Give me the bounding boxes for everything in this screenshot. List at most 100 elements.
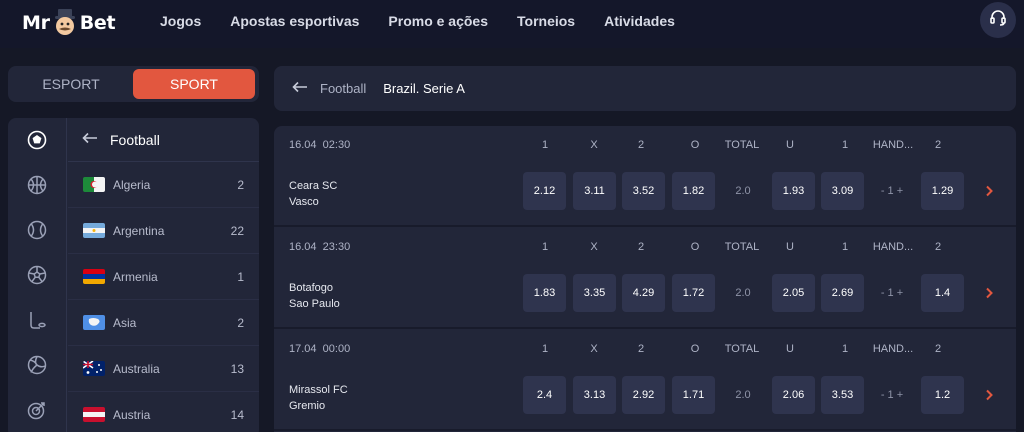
event-date: 17.04 (289, 343, 317, 355)
sport-tab[interactable]: SPORT (133, 69, 255, 99)
football-icon[interactable] (25, 128, 49, 152)
darts-icon[interactable] (25, 398, 49, 422)
odd-button[interactable]: 2.06 (772, 376, 815, 414)
event-datetime: 16.04 02:30 (289, 139, 350, 151)
support-button[interactable] (980, 2, 1016, 38)
country-name: Asia (113, 315, 137, 330)
market-header-hand-2: 2 (934, 241, 942, 253)
volleyball-icon[interactable] (25, 353, 49, 377)
soccer-ball-icon[interactable] (25, 263, 49, 287)
asia-map-icon (83, 315, 105, 330)
chevron-right-icon[interactable] (982, 184, 996, 198)
country-item-armenia[interactable]: Armenia 1 (68, 254, 259, 300)
odd-button[interactable]: 1.4 (921, 274, 964, 312)
events-list: 16.04 02:30 Ceara SC Vasco 1 X 2 O TOTAL… (274, 126, 1016, 432)
logo-text-right: Bet (79, 12, 116, 34)
austria-flag-icon (83, 407, 105, 422)
country-item-asia[interactable]: Asia 2 (68, 300, 259, 346)
nav-apostas-esportivas[interactable]: Apostas esportivas (230, 13, 359, 29)
odd-button[interactable]: 1.71 (672, 376, 715, 414)
market-header-under: U (786, 343, 794, 355)
market-header-2: 2 (637, 241, 645, 253)
mr-bet-logo[interactable]: Mr Bet (22, 6, 116, 40)
event-teams[interactable]: Ceara SC Vasco (289, 178, 337, 210)
market-header-hand-2: 2 (934, 139, 942, 151)
event-time: 23:30 (322, 241, 351, 253)
country-name: Algeria (113, 177, 151, 192)
odd-button[interactable]: 2.69 (821, 274, 864, 312)
country-count: 2 (237, 177, 244, 192)
event-time: 00:00 (322, 343, 351, 355)
country-item-australia[interactable]: Australia 13 (68, 346, 259, 392)
headset-icon (989, 9, 1007, 32)
country-item-algeria[interactable]: Algeria 2 (68, 162, 259, 208)
odd-button[interactable]: 1.2 (921, 376, 964, 414)
breadcrumb-current: Brazil. Serie A (383, 81, 465, 96)
odd-button[interactable]: 3.13 (573, 376, 616, 414)
odd-button[interactable]: 1.29 (921, 172, 964, 210)
breadcrumb-parent[interactable]: Football (320, 81, 366, 96)
odd-button[interactable]: 3.53 (821, 376, 864, 414)
event-row: 17.04 00:00 Mirassol FC Gremio 1 X 2 O T… (274, 330, 1016, 431)
chevron-right-icon[interactable] (982, 388, 996, 402)
event-teams[interactable]: Mirassol FC Gremio (289, 382, 348, 414)
breadcrumb: Football Brazil. Serie A (274, 66, 1016, 111)
odd-button[interactable]: 3.09 (821, 172, 864, 210)
odd-button[interactable]: 3.11 (573, 172, 616, 210)
odd-button[interactable]: 4.29 (622, 274, 665, 312)
event-row: 16.04 23:30 Botafogo Sao Paulo 1 X 2 O T… (274, 228, 1016, 329)
tennis-icon[interactable] (25, 218, 49, 242)
country-count: 2 (237, 315, 244, 330)
sport-mode-toggle: ESPORT SPORT (8, 66, 259, 102)
odd-button[interactable]: 2.05 (772, 274, 815, 312)
market-header-under: U (786, 139, 794, 151)
market-header-2: 2 (637, 139, 645, 151)
country-name: Australia (113, 361, 160, 376)
logo-text-left: Mr (22, 12, 50, 34)
basketball-icon[interactable] (25, 173, 49, 197)
handicap-line: - 1 + (880, 389, 904, 401)
event-teams[interactable]: Botafogo Sao Paulo (289, 280, 340, 312)
odd-button[interactable]: 2.92 (622, 376, 665, 414)
home-team: Botafogo (289, 282, 334, 294)
country-name: Armenia (113, 269, 158, 284)
nav-promo[interactable]: Promo e ações (388, 13, 488, 29)
hockey-icon[interactable] (25, 308, 49, 332)
argentina-flag-icon (83, 223, 105, 238)
market-header-hand-2: 2 (934, 343, 942, 355)
odd-button[interactable]: 3.35 (573, 274, 616, 312)
nav-atividades[interactable]: Atividades (604, 13, 675, 29)
nav-torneios[interactable]: Torneios (517, 13, 575, 29)
odd-button[interactable]: 1.93 (772, 172, 815, 210)
back-arrow-icon[interactable] (292, 80, 308, 98)
nav-jogos[interactable]: Jogos (160, 13, 201, 29)
main-nav: Jogos Apostas esportivas Promo e ações T… (160, 0, 704, 42)
country-name: Austria (113, 407, 151, 422)
esport-tab[interactable]: ESPORT (11, 69, 131, 99)
odd-button[interactable]: 3.52 (622, 172, 665, 210)
algeria-flag-icon (83, 177, 105, 192)
odd-button[interactable]: 2.12 (523, 172, 566, 210)
event-time: 02:30 (322, 139, 351, 151)
event-datetime: 17.04 00:00 (289, 343, 350, 355)
country-name: Argentina (113, 223, 165, 238)
country-item-argentina[interactable]: Argentina 22 (68, 208, 259, 254)
australia-flag-icon (83, 361, 105, 376)
back-arrow-icon[interactable] (82, 131, 98, 149)
event-datetime: 16.04 23:30 (289, 241, 350, 253)
odd-button[interactable]: 1.82 (672, 172, 715, 210)
country-count: 1 (237, 269, 244, 284)
country-count: 13 (230, 361, 244, 376)
total-line: 2.0 (735, 389, 751, 401)
sport-title: Football (110, 131, 160, 148)
country-count: 22 (230, 223, 244, 238)
odd-button[interactable]: 2.4 (523, 376, 566, 414)
sports-sidebar: Football Algeria 2 Argentina 22 Armenia … (8, 118, 259, 432)
country-item-austria[interactable]: Austria 14 (68, 392, 259, 432)
odd-button[interactable]: 1.72 (672, 274, 715, 312)
country-list-header: Football (68, 118, 259, 162)
odd-button[interactable]: 1.83 (523, 274, 566, 312)
handicap-line: - 1 + (880, 185, 904, 197)
armenia-flag-icon (83, 269, 105, 284)
chevron-right-icon[interactable] (982, 286, 996, 300)
